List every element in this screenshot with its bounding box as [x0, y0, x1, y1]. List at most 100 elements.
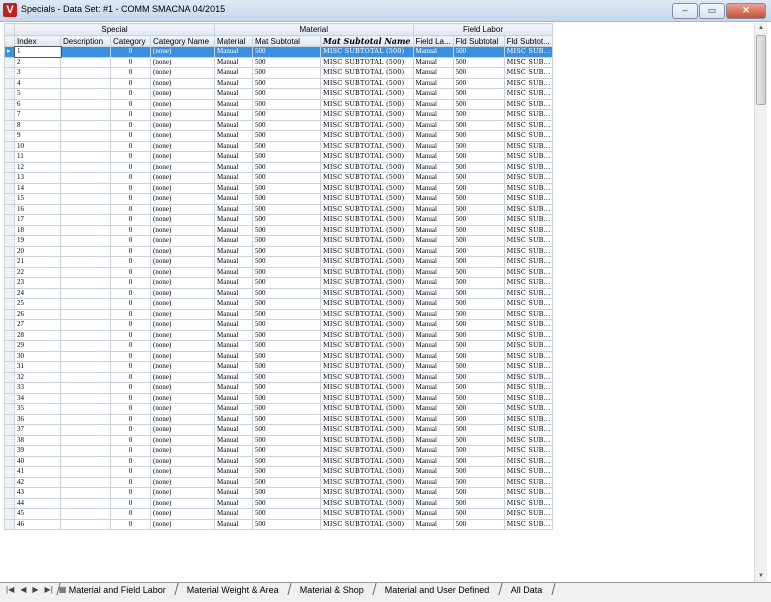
- cell-category-name[interactable]: (none): [150, 392, 215, 404]
- cell-category-name[interactable]: (none): [150, 56, 215, 68]
- cell-field-labor[interactable]: Manual: [412, 413, 454, 425]
- col-fld-subtotal-name[interactable]: Fld Subtot...: [503, 35, 554, 47]
- cell-category-name[interactable]: (none): [150, 361, 215, 373]
- cell-fld-subtotal-name[interactable]: MISC SUB...: [503, 193, 554, 205]
- cell-fld-subtotal-name[interactable]: MISC SUB...: [503, 518, 554, 530]
- cell-field-labor[interactable]: Manual: [412, 434, 454, 446]
- cell-category[interactable]: 0: [110, 172, 151, 184]
- cell-fld-subtotal[interactable]: 500: [452, 151, 505, 163]
- cell-mat-subtotal[interactable]: 500: [252, 487, 321, 499]
- cell-field-labor[interactable]: Manual: [412, 224, 454, 236]
- cell-category-name[interactable]: (none): [150, 130, 215, 142]
- cell-fld-subtotal-name[interactable]: MISC SUB...: [503, 392, 554, 404]
- cell-material[interactable]: Manual: [214, 46, 253, 58]
- cell-category[interactable]: 0: [110, 319, 151, 331]
- cell-fld-subtotal[interactable]: 500: [452, 266, 505, 278]
- cell-fld-subtotal[interactable]: 500: [452, 119, 505, 131]
- cell-material[interactable]: Manual: [214, 413, 253, 425]
- cell-description[interactable]: [60, 434, 111, 446]
- cell-fld-subtotal-name[interactable]: MISC SUB...: [503, 56, 554, 68]
- cell-fld-subtotal-name[interactable]: MISC SUB...: [503, 382, 554, 394]
- cell-fld-subtotal-name[interactable]: MISC SUB...: [503, 455, 554, 467]
- cell-category[interactable]: 0: [110, 392, 151, 404]
- cell-category[interactable]: 0: [110, 308, 151, 320]
- cell-category-name[interactable]: (none): [150, 98, 215, 110]
- col-fld-subtotal[interactable]: Fld Subtotal: [452, 35, 505, 47]
- cell-fld-subtotal-name[interactable]: MISC SUB...: [503, 340, 554, 352]
- cell-mat-subtotal[interactable]: 500: [252, 403, 321, 415]
- cell-category[interactable]: 0: [110, 214, 151, 226]
- cell-field-labor[interactable]: Manual: [412, 497, 454, 509]
- cell-category[interactable]: 0: [110, 203, 151, 215]
- cell-fld-subtotal[interactable]: 500: [452, 130, 505, 142]
- table-row[interactable]: 38 0 (none) Manual 500 MISC SUBTOTAL (500) Man…: [4, 434, 554, 446]
- cell-index[interactable]: 32: [14, 371, 61, 383]
- row-selector[interactable]: [4, 350, 15, 362]
- cell-category-name[interactable]: (none): [150, 182, 215, 194]
- cell-category-name[interactable]: (none): [150, 518, 215, 530]
- cell-category-name[interactable]: (none): [150, 67, 215, 79]
- table-row[interactable]: 41 0 (none) Manual 500 MISC SUBTOTAL (500) Man…: [4, 466, 554, 478]
- cell-field-labor[interactable]: Manual: [412, 266, 454, 278]
- row-selector[interactable]: [4, 203, 15, 215]
- cell-category[interactable]: 0: [110, 424, 151, 436]
- row-selector[interactable]: [4, 518, 15, 530]
- cell-category-name[interactable]: (none): [150, 350, 215, 362]
- table-row[interactable]: 21 0 (none) Manual 500 MISC SUBTOTAL (500) Man…: [4, 256, 554, 268]
- cell-material[interactable]: Manual: [214, 256, 253, 268]
- cell-fld-subtotal[interactable]: 500: [452, 329, 505, 341]
- cell-description[interactable]: [60, 371, 111, 383]
- cell-category[interactable]: 0: [110, 476, 151, 488]
- cell-mat-subtotal-name[interactable]: MISC SUBTOTAL (500): [320, 340, 414, 352]
- col-index[interactable]: Index: [14, 35, 61, 47]
- cell-index[interactable]: 29: [14, 340, 61, 352]
- cell-field-labor[interactable]: Manual: [412, 476, 454, 488]
- row-selector[interactable]: [4, 413, 15, 425]
- cell-description[interactable]: [60, 298, 111, 310]
- col-mat-subtotal[interactable]: Mat Subtotal: [252, 35, 321, 47]
- scroll-down-icon[interactable]: ▼: [755, 571, 767, 582]
- cell-category-name[interactable]: (none): [150, 161, 215, 173]
- cell-category-name[interactable]: (none): [150, 382, 215, 394]
- table-row[interactable]: 17 0 (none) Manual 500 MISC SUBTOTAL (500) Man…: [4, 214, 554, 226]
- cell-category-name[interactable]: (none): [150, 413, 215, 425]
- cell-description[interactable]: [60, 98, 111, 110]
- tab-all-data[interactable]: All Data: [498, 583, 555, 595]
- last-tab-icon[interactable]: ▶|: [45, 585, 53, 594]
- cell-mat-subtotal[interactable]: 500: [252, 371, 321, 383]
- cell-description[interactable]: [60, 172, 111, 184]
- row-selector[interactable]: [4, 392, 15, 404]
- cell-mat-subtotal-name[interactable]: MISC SUBTOTAL (500): [320, 445, 414, 457]
- cell-mat-subtotal[interactable]: 500: [252, 497, 321, 509]
- cell-description[interactable]: [60, 214, 111, 226]
- cell-category[interactable]: 0: [110, 161, 151, 173]
- cell-mat-subtotal-name[interactable]: MISC SUBTOTAL (500): [320, 277, 414, 289]
- cell-category[interactable]: 0: [110, 46, 151, 58]
- cell-mat-subtotal-name[interactable]: MISC SUBTOTAL (500): [320, 434, 414, 446]
- cell-category-name[interactable]: (none): [150, 403, 215, 415]
- cell-category[interactable]: 0: [110, 466, 151, 478]
- cell-mat-subtotal-name[interactable]: MISC SUBTOTAL (500): [320, 382, 414, 394]
- table-row[interactable]: 16 0 (none) Manual 500 MISC SUBTOTAL (500) Man…: [4, 203, 554, 215]
- cell-mat-subtotal-name[interactable]: MISC SUBTOTAL (500): [320, 476, 414, 488]
- cell-description[interactable]: [60, 109, 111, 121]
- cell-fld-subtotal-name[interactable]: MISC SUB...: [503, 214, 554, 226]
- cell-mat-subtotal-name[interactable]: MISC SUBTOTAL (500): [320, 466, 414, 478]
- cell-fld-subtotal-name[interactable]: MISC SUB...: [503, 88, 554, 100]
- cell-mat-subtotal-name[interactable]: MISC SUBTOTAL (500): [320, 392, 414, 404]
- cell-category[interactable]: 0: [110, 413, 151, 425]
- cell-category[interactable]: 0: [110, 361, 151, 373]
- cell-material[interactable]: Manual: [214, 403, 253, 415]
- cell-mat-subtotal-name[interactable]: MISC SUBTOTAL (500): [320, 214, 414, 226]
- table-row[interactable]: 22 0 (none) Manual 500 MISC SUBTOTAL (500) Man…: [4, 266, 554, 278]
- cell-index[interactable]: 26: [14, 308, 61, 320]
- cell-description[interactable]: [60, 119, 111, 131]
- cell-mat-subtotal[interactable]: 500: [252, 476, 321, 488]
- data-grid[interactable]: Special Material Field Labor Index Descr…: [4, 23, 755, 582]
- cell-mat-subtotal[interactable]: 500: [252, 161, 321, 173]
- cell-mat-subtotal[interactable]: 500: [252, 424, 321, 436]
- cell-field-labor[interactable]: Manual: [412, 140, 454, 152]
- cell-field-labor[interactable]: Manual: [412, 172, 454, 184]
- row-selector[interactable]: [4, 130, 15, 142]
- cell-mat-subtotal[interactable]: 500: [252, 193, 321, 205]
